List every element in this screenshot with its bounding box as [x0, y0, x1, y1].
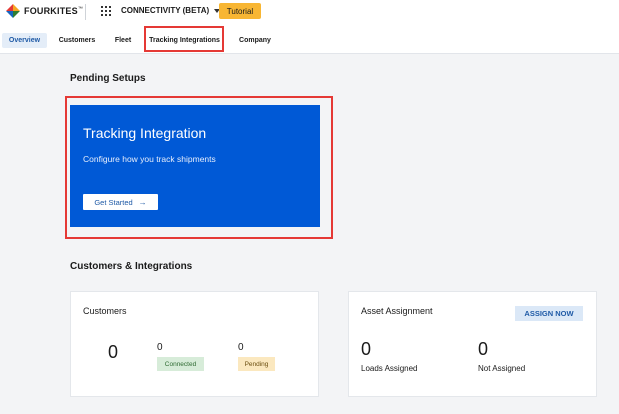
pending-badge: Pending: [238, 357, 275, 371]
customers-total: 0: [108, 342, 119, 362]
customers-heading: Customers: [83, 306, 127, 316]
tracking-integration-card: Tracking Integration Configure how you t…: [70, 105, 320, 227]
loads-assigned-count: 0: [361, 339, 372, 359]
not-assigned-label: Not Assigned: [478, 364, 526, 373]
nav-tabs: Overview Customers Fleet Tracking Integr…: [0, 24, 619, 54]
fourkites-logo-icon: [6, 4, 20, 18]
assign-now-button[interactable]: ASSIGN NOW: [515, 306, 583, 321]
tab-highlight-box: [144, 26, 224, 52]
connected-badge: Connected: [157, 357, 204, 371]
customers-card: Customers 0 0 Connected 0 Pending: [70, 291, 319, 397]
arrow-right-icon: →: [138, 197, 147, 207]
tab-customers[interactable]: Customers: [57, 33, 97, 48]
tab-fleet[interactable]: Fleet: [112, 33, 134, 48]
product-selector[interactable]: CONNECTIVITY (BETA): [121, 6, 221, 15]
tab-overview[interactable]: Overview: [2, 33, 47, 48]
get-started-label: Get Started: [94, 197, 133, 207]
divider: [85, 4, 86, 20]
card-description: Configure how you track shipments: [83, 154, 216, 164]
product-label: CONNECTIVITY (BETA): [121, 6, 210, 15]
loads-assigned-label: Loads Assigned: [361, 364, 418, 373]
pending-setups-title: Pending Setups: [70, 73, 146, 84]
top-bar: FOURKITES™ CONNECTIVITY (BETA) Tutorial: [0, 0, 619, 24]
tab-company[interactable]: Company: [235, 33, 275, 48]
logo-text: FOURKITES™: [24, 6, 84, 16]
asset-assignment-card: Asset Assignment ASSIGN NOW 0 Loads Assi…: [348, 291, 597, 397]
card-title: Tracking Integration: [83, 125, 207, 141]
apps-grid-icon[interactable]: [101, 6, 111, 16]
connected-count: 0: [157, 342, 163, 353]
pending-count: 0: [238, 342, 244, 353]
not-assigned-count: 0: [478, 339, 489, 359]
get-started-button[interactable]: Get Started →: [83, 194, 158, 210]
logo[interactable]: FOURKITES™: [6, 4, 83, 18]
customers-integrations-title: Customers & Integrations: [70, 261, 193, 272]
tutorial-button[interactable]: Tutorial: [219, 3, 261, 19]
asset-assignment-heading: Asset Assignment: [361, 306, 433, 316]
